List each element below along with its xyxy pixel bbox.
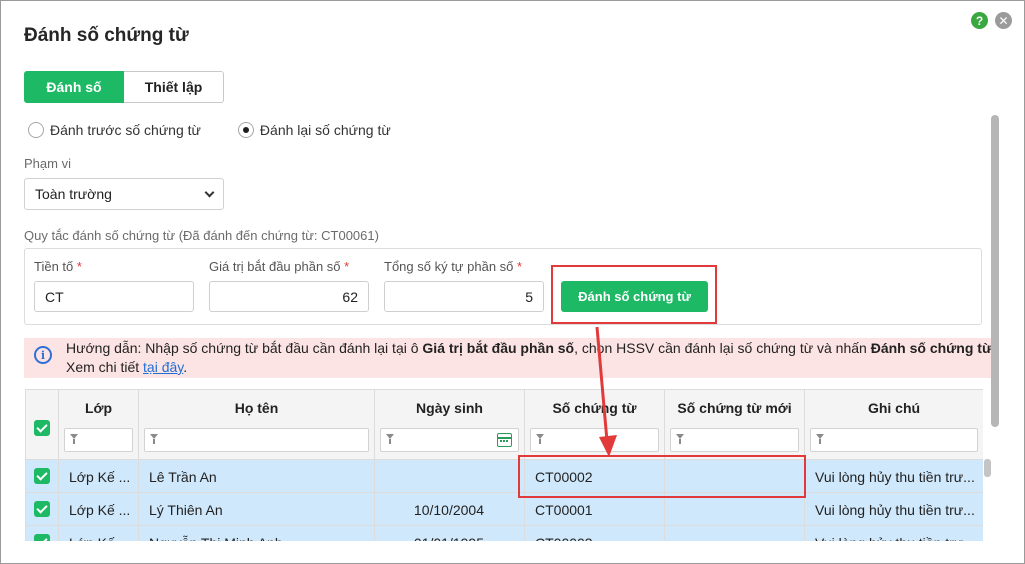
scope-value: Toàn trường [35,186,112,202]
filter-icon [816,434,824,444]
guide-text: Hướng dẫn: Nhập số chứng từ bắt đầu cần … [66,340,996,356]
table-row[interactable]: Lớp Kế ... Nguyễn Thị Minh Anh 01/01/199… [26,526,983,541]
info-icon: i [34,346,52,364]
cell-doc-number: CT00003 [525,526,665,541]
highlight-button-box [551,265,717,324]
filter-icon [70,434,78,444]
digit-length-input[interactable]: 5 [384,281,544,312]
calendar-icon[interactable] [497,433,512,447]
dialog-title: Đánh số chứng từ [24,25,189,46]
cell-class: Lớp Kế ... [59,526,139,541]
cell-note: Vui lòng hủy thu tiền trư... [805,493,983,526]
filter-name-input[interactable] [144,428,369,452]
select-all-checkbox[interactable] [34,420,50,436]
numbering-dialog: Đánh số chứng từ ? ✕ Đánh số Thiết lập Đ… [0,0,1025,564]
header-select-all [26,390,59,460]
table-row[interactable]: Lớp Kế ... Lê Trần An CT00002 Vui lòng h… [26,460,983,493]
cell-name: Lý Thiên An [139,493,375,526]
radio-renumber-label[interactable]: Đánh lại số chứng từ [260,122,391,138]
dialog-scrollbar[interactable] [991,115,999,427]
tab-numbering[interactable]: Đánh số [24,71,124,103]
tab-bar: Đánh số Thiết lập [24,71,224,103]
cell-birthdate: 10/10/2004 [375,493,525,526]
filter-icon [536,434,544,444]
chevron-down-icon [204,187,215,197]
cell-class: Lớp Kế ... [59,460,139,493]
guide-detail: Xem chi tiết tại đây. [66,359,188,375]
cell-note: Vui lòng hủy thu tiền trư... [805,460,983,493]
cell-new-doc-number [665,526,805,541]
guide-detail-link[interactable]: tại đây [143,359,183,375]
header-new-doc-number: Số chứng từ mới [665,390,805,460]
filter-icon [386,434,394,444]
table-row[interactable]: Lớp Kế ... Lý Thiên An 10/10/2004 CT0000… [26,493,983,526]
start-value-label: Giá trị bắt đầu phần số * [209,259,350,274]
scope-select[interactable]: Toàn trường [24,178,224,210]
header-note: Ghi chú [805,390,983,460]
filter-doc-number-input[interactable] [530,428,659,452]
filter-icon [150,434,158,444]
row-checkbox[interactable] [34,534,50,541]
row-checkbox[interactable] [34,501,50,517]
guide-banner: i Hướng dẫn: Nhập số chứng từ bắt đầu cầ… [24,338,996,378]
rule-panel: Tiền tố * CT Giá trị bắt đầu phần số * 6… [24,248,982,325]
filter-icon [676,434,684,444]
table-header: Lớp Họ tên Ngày sinh Số chứng từ Số chứn… [26,390,983,460]
student-table: Lớp Họ tên Ngày sinh Số chứng từ Số chứn… [25,389,983,541]
start-value-input[interactable]: 62 [209,281,369,312]
close-icon[interactable]: ✕ [995,12,1012,29]
radio-prenumber[interactable] [28,122,44,138]
cell-name: Nguyễn Thị Minh Anh [139,526,375,541]
table-scrollbar[interactable] [984,459,991,477]
filter-birthdate-input[interactable] [380,428,519,452]
prefix-input[interactable]: CT [34,281,194,312]
scope-label: Phạm vi [24,156,71,171]
highlight-row-box [518,455,806,498]
row-checkbox[interactable] [34,468,50,484]
rule-label: Quy tắc đánh số chứng từ (Đã đánh đến ch… [24,228,379,243]
radio-prenumber-label[interactable]: Đánh trước số chứng từ [50,122,201,138]
header-name: Họ tên [139,390,375,460]
cell-birthdate [375,460,525,493]
filter-new-doc-number-input[interactable] [670,428,799,452]
radio-renumber[interactable] [237,122,254,138]
cell-name: Lê Trần An [139,460,375,493]
header-class: Lớp [59,390,139,460]
header-doc-number: Số chứng từ [525,390,665,460]
help-icon[interactable]: ? [971,12,988,29]
filter-note-input[interactable] [810,428,978,452]
mode-radio-group: Đánh trước số chứng từ Đánh lại số chứng… [28,122,428,138]
header-birthdate: Ngày sinh [375,390,525,460]
cell-birthdate: 01/01/1995 [375,526,525,541]
tab-settings[interactable]: Thiết lập [124,71,224,103]
prefix-label: Tiền tố * [34,259,82,274]
cell-class: Lớp Kế ... [59,493,139,526]
cell-note: Vui lòng hủy thu tiền trư... [805,526,983,542]
digit-length-label: Tổng số ký tự phần số * [384,259,523,274]
filter-class-input[interactable] [64,428,133,452]
